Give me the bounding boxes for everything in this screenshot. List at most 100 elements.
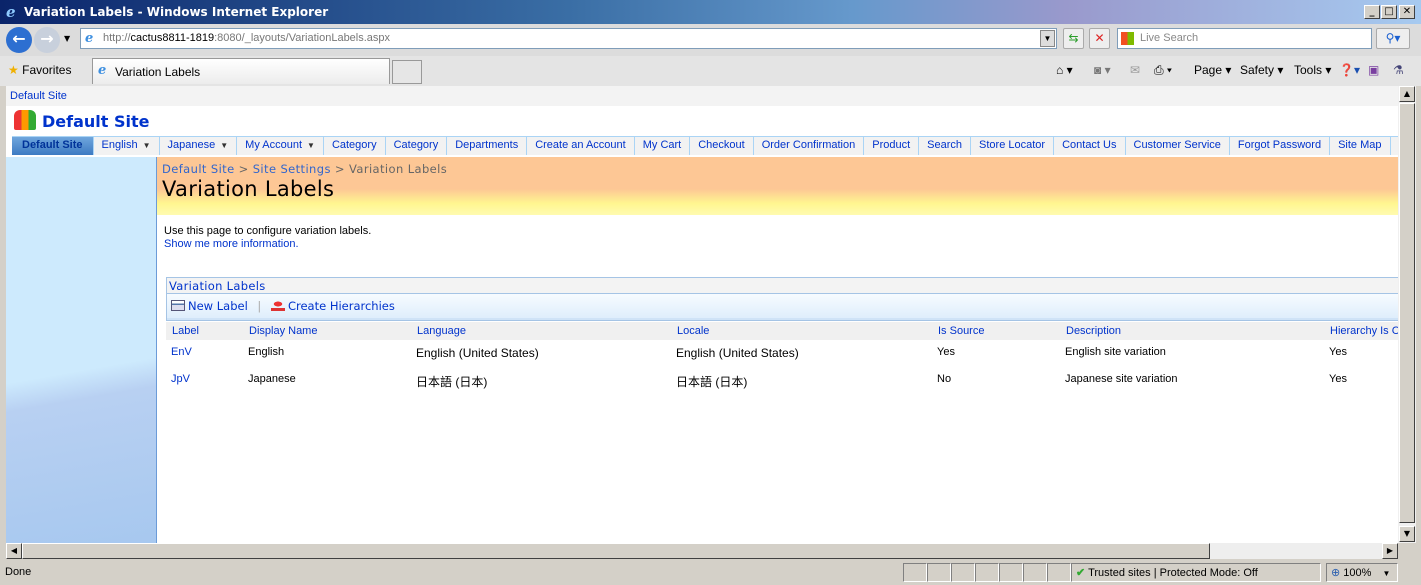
nav-tab[interactable]: Japanese ▼ xyxy=(159,137,238,155)
column-header[interactable]: Description xyxy=(1066,325,1121,337)
new-label-button[interactable]: New Label xyxy=(171,299,248,313)
checkmark-icon: ✔ xyxy=(1076,567,1086,579)
column-header[interactable]: Hierarchy Is C xyxy=(1330,325,1398,337)
dropdown-arrow-icon[interactable]: ▼ xyxy=(220,141,228,150)
nav-tab[interactable]: Departments xyxy=(447,137,528,155)
nav-tab[interactable]: Category xyxy=(323,137,386,155)
column-header[interactable]: Label xyxy=(172,325,199,337)
new-tab-button[interactable] xyxy=(392,60,422,84)
close-button[interactable]: ✕ xyxy=(1399,5,1415,19)
column-header[interactable]: Language xyxy=(417,325,466,337)
label-link[interactable]: EnV xyxy=(171,346,192,358)
mail-icon[interactable]: ✉ xyxy=(1130,63,1140,77)
vertical-scroll-thumb[interactable] xyxy=(1399,103,1415,523)
new-item-icon xyxy=(171,300,185,311)
feeds-icon[interactable]: ◙ ▾ xyxy=(1094,63,1111,77)
nav-tab[interactable]: My Cart xyxy=(634,137,691,155)
tools-menu[interactable]: Tools ▾ xyxy=(1294,63,1331,77)
safety-menu[interactable]: Safety ▾ xyxy=(1240,63,1283,77)
dropdown-arrow-icon[interactable]: ▼ xyxy=(143,141,151,150)
security-zone[interactable]: ✔ Trusted sites | Protected Mode: Off xyxy=(1071,563,1321,582)
site-logo-icon xyxy=(14,110,36,130)
nav-tab[interactable]: Customer Service xyxy=(1125,137,1230,155)
label-link[interactable]: JpV xyxy=(171,373,190,385)
nav-tab[interactable]: Checkout xyxy=(690,137,754,155)
nav-tab[interactable]: Forgot Password xyxy=(1229,137,1331,155)
column-header[interactable]: Display Name xyxy=(249,325,317,337)
site-title-text: Default Site xyxy=(42,112,150,131)
forward-button[interactable]: → xyxy=(34,27,60,53)
top-site-link[interactable]: Default Site xyxy=(10,90,67,102)
nav-tab[interactable]: English ▼ xyxy=(93,137,160,155)
minimize-button[interactable]: _ xyxy=(1364,5,1380,19)
scroll-right-button[interactable]: ▶ xyxy=(1382,543,1398,559)
breadcrumb-site-settings[interactable]: Site Settings xyxy=(253,162,331,176)
web-page: Default Site Default Site Default Site En… xyxy=(6,86,1398,543)
search-input[interactable]: Live Search xyxy=(1117,28,1372,49)
favorites-button[interactable]: ★ Favorites xyxy=(8,63,71,77)
nav-tab[interactable]: W xyxy=(1390,137,1398,155)
page-title: Variation Labels xyxy=(162,177,335,201)
scroll-down-button[interactable]: ▼ xyxy=(1399,526,1415,542)
maximize-button[interactable]: □ xyxy=(1381,5,1397,19)
table-cell: Japanese xyxy=(248,373,296,385)
new-label-text: New Label xyxy=(188,299,248,313)
table-cell: Yes xyxy=(937,346,955,358)
page-title-area: Default Site > Site Settings > Variation… xyxy=(157,157,1398,215)
ie-tab-icon: e xyxy=(98,63,107,78)
print-icon[interactable]: ⎙ ▾ xyxy=(1154,63,1172,78)
table-cell: Yes xyxy=(1329,373,1347,385)
zoom-control[interactable]: ⊕ 100% ▼ xyxy=(1326,563,1398,582)
nav-tab[interactable]: Order Confirmation xyxy=(753,137,865,155)
nav-tab[interactable]: Default Site xyxy=(12,137,94,155)
create-hierarchies-button[interactable]: Create Hierarchies xyxy=(270,299,395,313)
nav-tab[interactable]: Search xyxy=(919,137,972,155)
nav-tab-label: Site Map xyxy=(1338,139,1382,151)
nav-tab[interactable]: Create an Account xyxy=(527,137,635,155)
nav-tab-label: My Cart xyxy=(642,139,682,151)
nav-tab-label: Default Site xyxy=(22,139,83,151)
home-icon[interactable]: ⌂ ▾ xyxy=(1056,63,1073,77)
nav-tab-label: Forgot Password xyxy=(1237,139,1322,151)
ie-logo-icon: e xyxy=(6,3,16,21)
scroll-left-button[interactable]: ◀ xyxy=(6,543,22,559)
table-cell: 日本語 (日本) xyxy=(676,375,748,389)
tab-title: Variation Labels xyxy=(115,65,201,79)
back-button[interactable]: ← xyxy=(6,27,32,53)
horizontal-scroll-thumb[interactable] xyxy=(22,543,1210,559)
nav-tab[interactable]: My Account ▼ xyxy=(237,137,324,155)
browser-tab[interactable]: e Variation Labels xyxy=(92,58,390,84)
nav-tab[interactable]: Product xyxy=(864,137,920,155)
more-info-link[interactable]: Show me more information. xyxy=(164,238,371,251)
nav-tab-label: Create an Account xyxy=(535,139,626,151)
site-title[interactable]: Default Site xyxy=(14,110,150,131)
onenote-icon[interactable]: ▣ xyxy=(1368,63,1379,77)
vertical-scrollbar[interactable]: ▲ ▼ xyxy=(1398,86,1416,543)
recent-pages-dropdown[interactable]: ▼ xyxy=(64,34,70,43)
research-icon[interactable]: ⚗ xyxy=(1393,63,1404,77)
address-dropdown[interactable]: ▼ xyxy=(1040,30,1055,47)
column-header[interactable]: Locale xyxy=(677,325,709,337)
nav-tab[interactable]: Store Locator xyxy=(971,137,1055,155)
search-button[interactable]: ⚲▾ xyxy=(1376,28,1410,49)
breadcrumb-default-site[interactable]: Default Site xyxy=(162,162,235,176)
window-title-bar: e Variation Labels - Windows Internet Ex… xyxy=(0,0,1421,24)
stop-icon[interactable]: ✕ xyxy=(1089,28,1110,49)
nav-tab[interactable]: Contact Us xyxy=(1054,137,1126,155)
table-cell: Yes xyxy=(1329,346,1347,358)
top-site-link-bar: Default Site xyxy=(6,86,1398,106)
table-cell: English (United States) xyxy=(416,346,539,360)
horizontal-scrollbar[interactable]: ◀ ▶ xyxy=(6,543,1398,559)
zoom-dropdown-icon: ▼ xyxy=(1382,569,1391,578)
help-icon[interactable]: ❓▾ xyxy=(1339,63,1360,77)
nav-tab[interactable]: Site Map xyxy=(1330,137,1391,155)
dropdown-arrow-icon[interactable]: ▼ xyxy=(307,141,315,150)
page-menu[interactable]: Page ▾ xyxy=(1194,63,1231,77)
scroll-up-button[interactable]: ▲ xyxy=(1399,86,1415,102)
zone-text: Trusted sites | Protected Mode: Off xyxy=(1088,567,1258,579)
refresh-icon[interactable]: ⇆ xyxy=(1063,28,1084,49)
url-path: :8080/_layouts/VariationLabels.aspx xyxy=(214,32,391,44)
address-bar[interactable]: e http://cactus8811-1819:8080/_layouts/V… xyxy=(80,28,1057,49)
nav-tab[interactable]: Category xyxy=(385,137,448,155)
column-header[interactable]: Is Source xyxy=(938,325,984,337)
